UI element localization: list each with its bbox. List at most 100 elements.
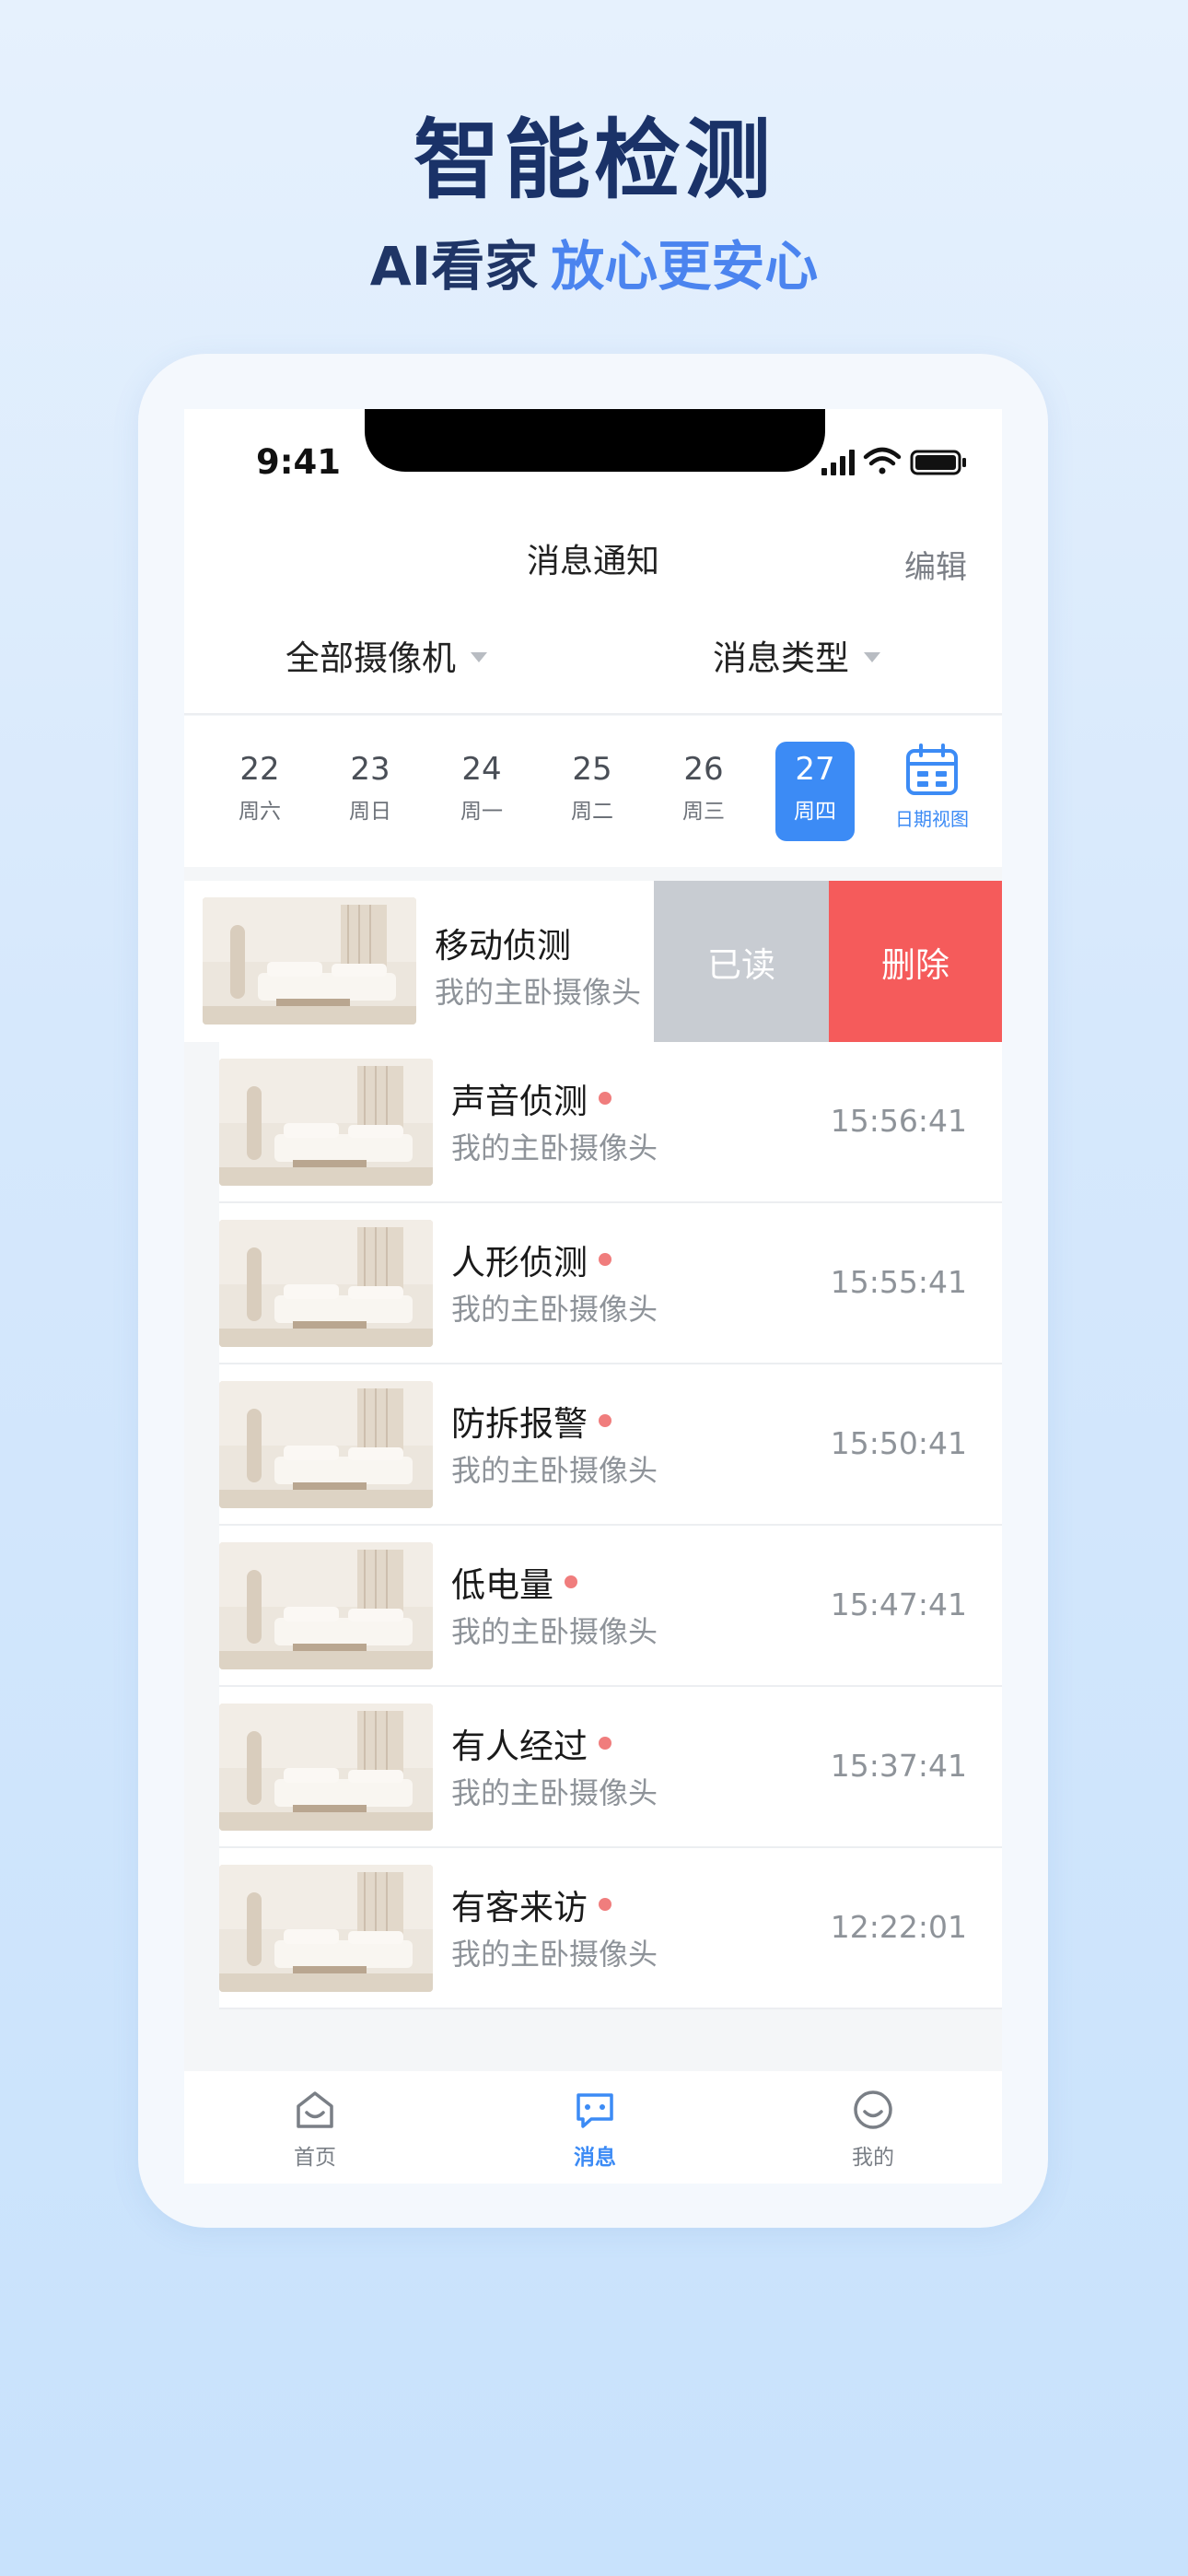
room-image [219,1865,433,1992]
message-time: 12:22:01 [830,1909,967,1945]
message-title-text: 有人经过 [451,1727,588,1766]
room-image [219,1542,433,1669]
type-filter-dropdown[interactable]: 消息类型 [713,630,880,680]
date-day: 25 [572,751,612,788]
home-icon [297,2091,333,2128]
message-item[interactable]: 有客来访 我的主卧摄像头 12:22:01 [219,1848,1002,2009]
date-day: 22 [239,751,280,788]
date-item[interactable]: 25 周二 [553,742,632,841]
message-title-text: 声音侦测 [451,1082,588,1121]
tab-home-label: 首页 [294,2146,336,2170]
room-image [203,897,416,1025]
room-image [219,1704,433,1831]
battery-icon [910,450,966,475]
message-item[interactable]: 防拆报警 我的主卧摄像头 15:50:41 [219,1364,1002,1526]
camera-snapshot [219,1542,433,1669]
camera-snapshot [219,1865,433,1992]
message-item[interactable]: 低电量 我的主卧摄像头 15:47:41 [219,1526,1002,1687]
delete-button[interactable]: 删除 [829,881,1002,1042]
unread-dot-icon [599,1898,611,1911]
tab-home[interactable]: 首页 [260,2088,370,2171]
filter-bar: 全部摄像机 消息类型 [184,603,1002,715]
message-icon [577,2093,613,2128]
message-time: 15:47:41 [830,1587,967,1622]
tab-bar: 首页 消息 我的 [184,2071,1002,2184]
app-screen: 9:41 消息通知 编辑 全部摄像机 消息类型 22 周六 23 周日 24 周… [184,409,1002,2184]
camera-filter-label: 全部摄像机 [285,638,456,678]
message-title: 有客来访 [451,1879,611,1929]
unread-dot-icon [599,1737,611,1750]
hero-subtitle-accent: 放心更安心 [551,235,819,298]
date-item[interactable]: 24 周一 [442,742,521,841]
message-camera: 我的主卧摄像头 [451,1614,658,1649]
type-filter-label: 消息类型 [713,638,849,678]
date-selector: 22 周六 23 周日 24 周一 25 周二 26 周三 27 周四 日期视图 [184,716,1002,867]
hero-title: 智能检测 [413,111,775,211]
camera-filter-dropdown[interactable]: 全部摄像机 [285,630,487,680]
hero-subtitle-main: AI看家 [369,235,539,298]
mark-read-button[interactable]: 已读 [654,881,829,1042]
message-title: 人形侦测 [451,1235,611,1284]
message-item-swiped[interactable]: 移动侦测 我的主卧摄像头 已读 删除 [184,881,1002,1042]
edit-button[interactable]: 编辑 [904,542,967,587]
camera-snapshot [219,1704,433,1831]
date-day: 23 [350,751,390,788]
room-image [219,1381,433,1508]
message-time: 15:55:41 [830,1264,967,1300]
camera-snapshot [219,1381,433,1508]
message-title: 有人经过 [451,1718,611,1768]
calendar-icon [906,744,958,795]
message-title: 低电量 [451,1557,577,1607]
tab-profile-label: 我的 [852,2146,894,2170]
message-camera: 我的主卧摄像头 [451,1775,658,1810]
nav-bar: 消息通知 编辑 [184,510,1002,603]
message-title-text: 防拆报警 [451,1404,588,1444]
hero-subtitle: AI看家 放心更安心 [0,223,1188,300]
message-title: 移动侦测 [435,926,571,966]
tab-messages[interactable]: 消息 [540,2088,650,2171]
date-weekday: 周三 [682,800,725,824]
message-item[interactable]: 有人经过 我的主卧摄像头 15:37:41 [219,1687,1002,1848]
date-day: 24 [461,751,502,788]
caret-down-icon [864,651,880,662]
page-title: 消息通知 [526,543,659,580]
message-title: 防拆报警 [451,1396,611,1446]
wifi-icon [863,447,902,474]
message-title: 声音侦测 [451,1073,611,1123]
camera-snapshot [219,1220,433,1347]
message-camera: 我的主卧摄像头 [451,1453,658,1488]
status-bar: 9:41 [184,409,1002,510]
unread-dot-icon [599,1253,611,1266]
date-item[interactable]: 23 周日 [331,742,410,841]
tab-profile[interactable]: 我的 [818,2088,928,2171]
status-time: 9:41 [256,442,342,482]
message-title-text: 人形侦测 [451,1243,588,1282]
date-item[interactable]: 22 周六 [220,742,299,841]
calendar-view-button[interactable]: 日期视图 [884,744,980,831]
message-camera: 我的主卧摄像头 [451,1937,658,1972]
profile-icon [854,2090,892,2129]
message-camera: 我的主卧摄像头 [435,975,642,1010]
room-image [219,1059,433,1186]
unread-dot-icon [599,1092,611,1105]
status-icons [821,447,966,475]
date-item[interactable]: 26 周三 [664,742,743,841]
date-day: 27 [795,751,835,788]
camera-snapshot [203,897,416,1025]
camera-snapshot [219,1059,433,1186]
message-item[interactable]: 声音侦测 我的主卧摄像头 15:56:41 [219,1042,1002,1203]
date-weekday: 周一 [460,800,503,824]
message-item[interactable]: 人形侦测 我的主卧摄像头 15:55:41 [219,1203,1002,1364]
calendar-view-label: 日期视图 [895,808,969,830]
date-item-selected[interactable]: 27 周四 [775,742,855,841]
message-time: 15:37:41 [830,1748,967,1784]
unread-dot-icon [599,1414,611,1427]
message-camera: 我的主卧摄像头 [451,1130,658,1165]
message-camera: 我的主卧摄像头 [451,1292,658,1327]
date-weekday: 周二 [571,800,613,824]
date-weekday: 周日 [349,800,391,824]
unread-dot-icon [565,1575,577,1588]
signal-icon [821,450,855,475]
device-notch [365,409,825,472]
tab-messages-label: 消息 [574,2146,616,2170]
